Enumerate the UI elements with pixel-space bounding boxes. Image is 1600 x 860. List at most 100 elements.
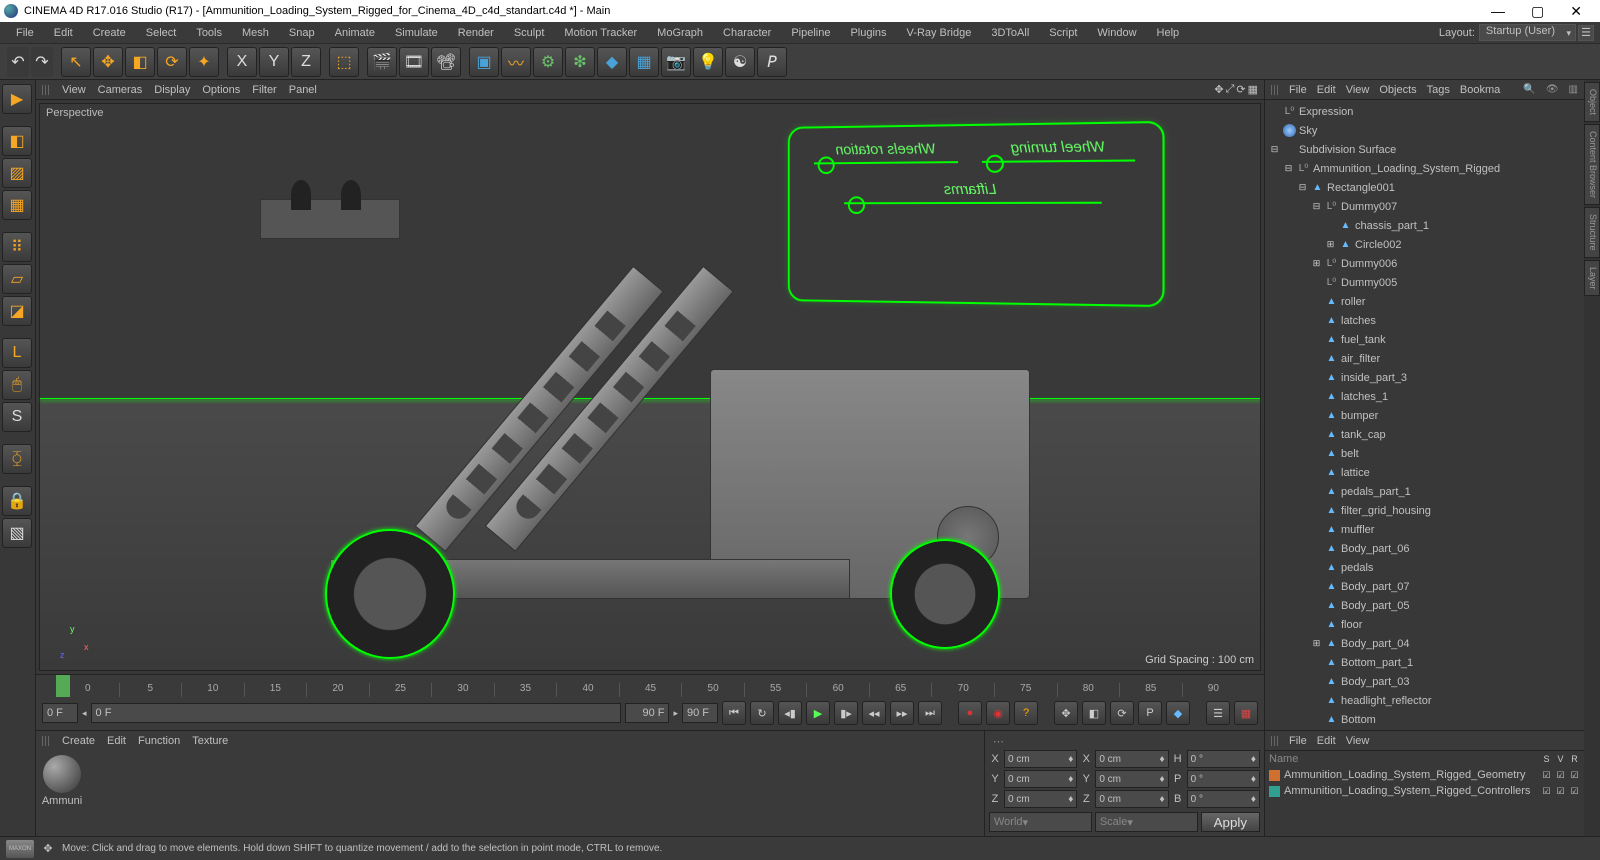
tree-item[interactable]: ▲Body_part_06 — [1265, 539, 1584, 558]
menu-mograph[interactable]: MoGraph — [647, 25, 713, 41]
viewport-menu-options[interactable]: Options — [202, 84, 240, 96]
next-frame-button[interactable]: ▮▸ — [834, 701, 858, 725]
z-size-field[interactable]: 0 cm♦ — [1095, 790, 1168, 808]
tree-item[interactable]: ▲bumper — [1265, 406, 1584, 425]
drag-grip-icon[interactable] — [1271, 85, 1279, 95]
edges-mode-button[interactable]: ▱ — [2, 264, 32, 294]
locked-workplane-button[interactable]: 🔒 — [2, 486, 32, 516]
menu-motion-tracker[interactable]: Motion Tracker — [554, 25, 647, 41]
tree-item[interactable]: ▲Body_part_07 — [1265, 577, 1584, 596]
p-rotation-field[interactable]: 0 °♦ — [1187, 770, 1260, 788]
timeline-start-field[interactable]: 0 F — [42, 703, 78, 723]
menu-pipeline[interactable]: Pipeline — [781, 25, 840, 41]
playhead[interactable] — [56, 675, 70, 697]
tree-item[interactable]: ▲muffler — [1265, 520, 1584, 539]
timeline-menu-button[interactable]: ☰ — [1206, 701, 1230, 725]
layer-menu-file[interactable]: File — [1289, 735, 1307, 747]
close-button[interactable]: ✕ — [1564, 2, 1588, 20]
prev-key-button[interactable]: ◂◂ — [862, 701, 886, 725]
viewport-menu-view[interactable]: View — [62, 84, 86, 96]
layer-menu-view[interactable]: View — [1346, 735, 1370, 747]
make-editable-button[interactable]: ▶ — [2, 84, 32, 114]
redo-button[interactable]: ↷ — [31, 47, 53, 77]
expand-icon[interactable]: ⊞ — [1325, 239, 1336, 250]
menu-render[interactable]: Render — [448, 25, 504, 41]
tree-item[interactable]: ▲Bottom — [1265, 710, 1584, 729]
menu-select[interactable]: Select — [136, 25, 187, 41]
drag-grip-icon[interactable] — [42, 85, 50, 95]
add-spline-button[interactable]: 〰 — [501, 47, 531, 77]
live-selection-tool[interactable]: ↖ — [61, 47, 91, 77]
tree-item[interactable]: ▲inside_part_3 — [1265, 368, 1584, 387]
tree-item[interactable]: ⊞▲Circle002 — [1265, 235, 1584, 254]
search-icon[interactable]: 🔍 — [1523, 84, 1535, 95]
menu-simulate[interactable]: Simulate — [385, 25, 448, 41]
h-rotation-field[interactable]: 0 °♦ — [1187, 750, 1260, 768]
tree-item[interactable]: ⊟Subdivision Surface — [1265, 140, 1584, 159]
collapse-icon[interactable]: ⊟ — [1311, 201, 1322, 212]
menu-help[interactable]: Help — [1147, 25, 1190, 41]
add-deformer-button[interactable]: ◆ — [597, 47, 627, 77]
y-position-field[interactable]: 0 cm♦ — [1004, 770, 1077, 788]
viewport-zoom-icon[interactable]: ⤢ — [1226, 83, 1235, 96]
tree-item[interactable]: ▲headlight_reflector — [1265, 691, 1584, 710]
planar-workplane-button[interactable]: ▧ — [2, 518, 32, 548]
timeline-end-field[interactable]: 90 F — [682, 703, 718, 723]
tree-item[interactable]: ▲air_filter — [1265, 349, 1584, 368]
menu-3dtoall[interactable]: 3DToAll — [981, 25, 1039, 41]
tree-item[interactable]: L⁰Expression — [1265, 102, 1584, 121]
y-axis-lock[interactable]: Y — [259, 47, 289, 77]
tree-item[interactable]: ⊞▲Body_part_04 — [1265, 634, 1584, 653]
sidebar-tab-object[interactable]: Object — [1584, 82, 1600, 122]
pla-key-button[interactable]: ◆ — [1166, 701, 1190, 725]
hud-slider[interactable] — [982, 159, 1135, 162]
material-swatch[interactable]: Ammuni — [40, 755, 84, 832]
menu-file[interactable]: File — [6, 25, 44, 41]
collapse-icon[interactable]: ⊟ — [1297, 182, 1308, 193]
layer-toggle[interactable]: ☑ — [1555, 770, 1566, 781]
collapse-icon[interactable]: ⊟ — [1283, 163, 1294, 174]
layer-toggle[interactable]: ☑ — [1541, 786, 1552, 797]
render-view-button[interactable]: 🎬 — [367, 47, 397, 77]
viewport-pan-icon[interactable]: ✥ — [1214, 83, 1223, 96]
timeline-ruler[interactable]: 051015202530354045505560657075808590 — [36, 675, 1264, 697]
object-menu-bookma[interactable]: Bookma — [1460, 84, 1500, 96]
timeline-window-button[interactable]: ▦ — [1234, 701, 1258, 725]
minimize-button[interactable]: — — [1485, 2, 1511, 20]
next-key-button[interactable]: ▸▸ — [890, 701, 914, 725]
tree-item[interactable]: ▲fuel_tank — [1265, 330, 1584, 349]
scale-tool[interactable]: ◧ — [125, 47, 155, 77]
hud-slider[interactable] — [844, 202, 1102, 204]
menu-sculpt[interactable]: Sculpt — [504, 25, 555, 41]
goto-start-button[interactable]: ⏮ — [722, 701, 746, 725]
tree-item[interactable]: ▲Body_part_03 — [1265, 672, 1584, 691]
tree-item[interactable]: ▲tank_cap — [1265, 425, 1584, 444]
menu-tools[interactable]: Tools — [186, 25, 232, 41]
x-position-field[interactable]: 0 cm♦ — [1004, 750, 1077, 768]
object-menu-edit[interactable]: Edit — [1317, 84, 1336, 96]
tree-item[interactable]: ▲belt — [1265, 444, 1584, 463]
coord-system-select[interactable]: World ▾ — [989, 812, 1092, 832]
maximize-button[interactable]: ▢ — [1525, 2, 1550, 20]
tree-item[interactable]: ▲Body_part_05 — [1265, 596, 1584, 615]
collapse-icon[interactable]: ⊟ — [1269, 144, 1280, 155]
texture-mode-button[interactable]: ▨ — [2, 158, 32, 188]
sidebar-tab-structure[interactable]: Structure — [1584, 207, 1600, 258]
object-menu-objects[interactable]: Objects — [1379, 84, 1416, 96]
layout-config-button[interactable]: ☰ — [1578, 25, 1594, 41]
tree-item[interactable]: L⁰Dummy005 — [1265, 273, 1584, 292]
expand-icon[interactable]: ⊞ — [1311, 638, 1322, 649]
add-mograph-button[interactable]: ❇ — [565, 47, 595, 77]
add-light-button[interactable]: 💡 — [693, 47, 723, 77]
tree-item[interactable]: ⊟L⁰Ammunition_Loading_System_Rigged — [1265, 159, 1584, 178]
rotation-key-button[interactable]: ⟳ — [1110, 701, 1134, 725]
expand-icon[interactable]: ⊞ — [1311, 258, 1322, 269]
menu-snap[interactable]: Snap — [279, 25, 325, 41]
tree-item[interactable]: ▲floor — [1265, 615, 1584, 634]
play-button[interactable]: ▶ — [806, 701, 830, 725]
material-menu-create[interactable]: Create — [62, 735, 95, 747]
timeline-range-start[interactable]: 0 F — [91, 703, 622, 723]
tree-item[interactable]: ▲chassis_part_1 — [1265, 216, 1584, 235]
tree-item[interactable]: ▲roller — [1265, 292, 1584, 311]
menu-script[interactable]: Script — [1039, 25, 1087, 41]
